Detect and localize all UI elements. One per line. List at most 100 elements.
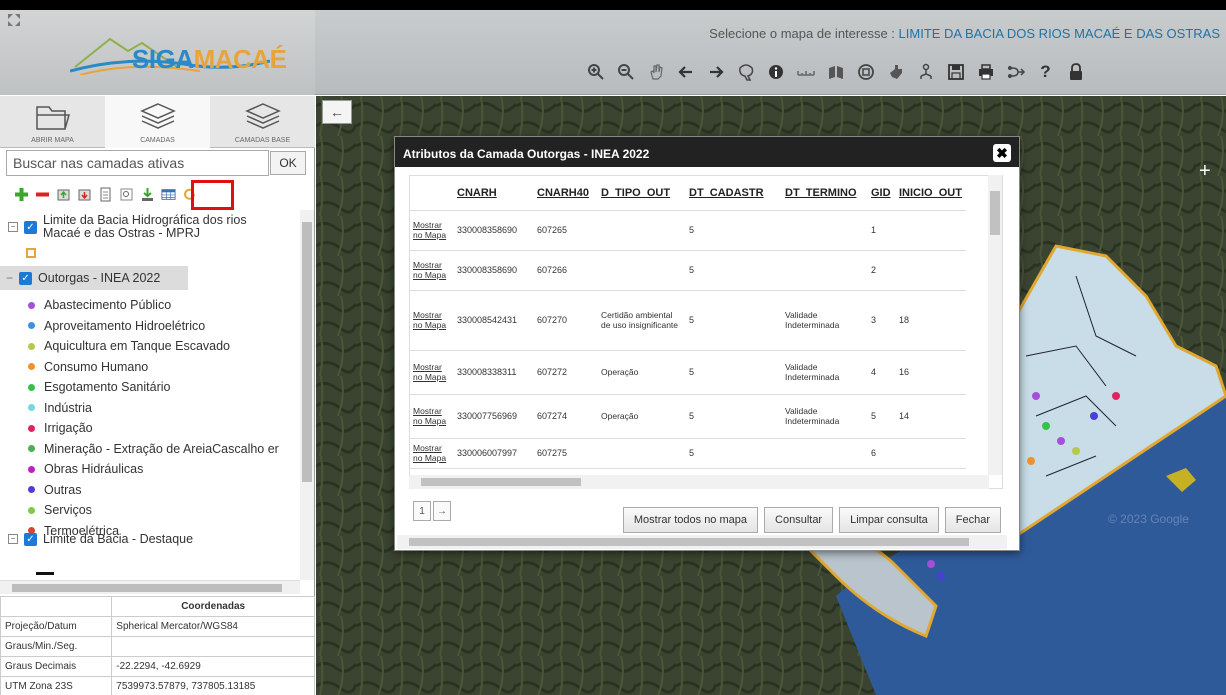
info-icon[interactable] xyxy=(763,58,788,86)
cell-cadastr: 5 xyxy=(686,350,782,395)
add-layer-icon[interactable] xyxy=(14,187,29,202)
tab-layers[interactable]: CAMADAS xyxy=(105,96,210,148)
legend-category-item: Serviços xyxy=(28,503,92,517)
help-icon[interactable]: ? xyxy=(1033,58,1058,86)
column-header[interactable]: D_TIPO_OUT xyxy=(598,176,686,211)
print-icon[interactable] xyxy=(973,58,998,86)
layer-up-icon[interactable] xyxy=(56,187,71,202)
category-color-dot-icon xyxy=(28,465,35,473)
zoom-out-icon[interactable] xyxy=(613,58,638,86)
coords-value: Spherical Mercator/WGS84 xyxy=(111,616,315,637)
coords-row: Projeção/Datum Spherical Mercator/WGS84 xyxy=(0,616,315,637)
cell-inicio xyxy=(896,438,966,469)
attribute-table-icon[interactable] xyxy=(161,187,176,202)
cell-cnarh40: 607270 xyxy=(534,290,598,351)
zoom-layer-icon[interactable] xyxy=(119,187,134,202)
layer-checkbox[interactable]: ✓ xyxy=(24,220,37,234)
remove-layer-icon[interactable] xyxy=(35,187,50,202)
cell-termino: Validade Indeterminada xyxy=(782,290,868,351)
map-selector[interactable]: Selecione o mapa de interesse : LIMITE D… xyxy=(709,26,1220,41)
category-label: Abastecimento Público xyxy=(44,298,172,312)
cell-termino xyxy=(782,438,868,469)
close-icon[interactable]: ✖ xyxy=(993,144,1011,162)
show-all-on-map-button[interactable]: Mostrar todos no mapa xyxy=(622,507,759,533)
cell-cadastr: 5 xyxy=(686,290,782,351)
show-on-map-link[interactable]: Mostrar no Mapa xyxy=(410,350,454,395)
tree-scrollbar[interactable] xyxy=(300,210,314,580)
column-header[interactable]: CNARH xyxy=(454,176,534,211)
close-button[interactable]: Fechar xyxy=(944,507,1001,533)
legend-category-item: Aproveitamento Hidroelétrico xyxy=(28,319,205,333)
layers-icon[interactable] xyxy=(823,58,848,86)
zoom-in-icon[interactable] xyxy=(583,58,608,86)
show-on-map-link[interactable]: Mostrar no Mapa xyxy=(410,394,454,439)
layer-search-input[interactable]: Buscar nas camadas ativas xyxy=(6,150,269,176)
collapse-toggle-icon[interactable]: − xyxy=(6,271,13,285)
share-icon[interactable] xyxy=(913,58,938,86)
coords-label: Graus/Min./Seg. xyxy=(0,636,113,657)
show-on-map-link[interactable]: Mostrar no Mapa xyxy=(410,210,454,251)
next-page-button[interactable]: → xyxy=(433,501,451,521)
search-ok-button[interactable]: OK xyxy=(270,151,306,175)
tab-open-map[interactable]: ABRIR MAPA xyxy=(0,96,105,148)
dialog-h-scrollbar[interactable] xyxy=(397,535,1007,549)
map-select-value[interactable]: LIMITE DA BACIA DOS RIOS MACAÉ E DAS OST… xyxy=(899,26,1220,41)
show-on-map-link[interactable]: Mostrar no Mapa xyxy=(410,290,454,351)
legend-category-item: Irrigação xyxy=(28,421,93,435)
category-label: Esgotamento Sanitário xyxy=(44,380,171,394)
lock-icon[interactable] xyxy=(1063,58,1088,86)
show-on-map-link[interactable]: Mostrar no Mapa xyxy=(410,250,454,291)
layer-legend-symbol xyxy=(26,248,36,258)
layer-checkbox[interactable]: ✓ xyxy=(24,532,37,546)
measure-icon[interactable] xyxy=(793,58,818,86)
collapse-toggle-icon[interactable]: − xyxy=(8,222,18,232)
collapse-toggle-icon[interactable]: − xyxy=(8,534,18,544)
table-row: Mostrar no Mapa 330008358690 607265 5 1 xyxy=(410,210,966,251)
table-v-scrollbar[interactable] xyxy=(988,175,1002,475)
column-header[interactable]: DT_TERMINO xyxy=(782,176,868,211)
back-arrow-icon[interactable] xyxy=(673,58,698,86)
top-black-bar xyxy=(0,0,1226,10)
dialog-title-bar[interactable]: Atributos da Camada Outorgas - INEA 2022… xyxy=(395,137,1019,167)
tree-h-scrollbar[interactable] xyxy=(0,580,300,594)
cell-termino: Validade Indeterminada xyxy=(782,350,868,395)
layer-item-outorgas[interactable]: − ✓ Outorgas - INEA 2022 xyxy=(0,266,188,290)
cell-cnarh40: 607266 xyxy=(534,250,598,291)
pan-icon[interactable] xyxy=(643,58,668,86)
route-icon[interactable] xyxy=(1003,58,1028,86)
hand-icon[interactable] xyxy=(883,58,908,86)
clear-query-button[interactable]: Limpar consulta xyxy=(839,507,939,533)
layer-down-icon[interactable] xyxy=(77,187,92,202)
select-icon[interactable] xyxy=(733,58,758,86)
forward-arrow-icon[interactable] xyxy=(703,58,728,86)
column-header[interactable]: DT_CADASTR xyxy=(686,176,782,211)
cell-cnarh40: 607265 xyxy=(534,210,598,251)
layer-item-bacia-destaque[interactable]: − ✓ Limite da Bacia - Destaque xyxy=(8,532,193,546)
category-color-dot-icon xyxy=(28,445,35,452)
column-header[interactable]: GID xyxy=(868,176,896,211)
column-header[interactable]: INICIO_OUT xyxy=(896,176,966,211)
cell-gid: 2 xyxy=(868,250,896,291)
layer-properties-icon[interactable] xyxy=(98,187,113,202)
tab-base-layers[interactable]: CAMADAS BASE xyxy=(210,96,315,148)
column-header[interactable]: CNARH40 xyxy=(534,176,598,211)
query-button[interactable]: Consultar xyxy=(764,507,834,533)
cell-tipo xyxy=(598,250,686,291)
layer-label-line2: Macaé e das Ostras - MPRJ xyxy=(43,226,200,240)
category-label: Irrigação xyxy=(44,421,93,435)
collapse-panel-button[interactable]: ← xyxy=(322,100,352,124)
download-icon[interactable] xyxy=(140,187,155,202)
cell-cnarh40: 607274 xyxy=(534,394,598,439)
table-row: Mostrar no Mapa 330008542431 607270 Certidã… xyxy=(410,290,966,351)
show-on-map-link[interactable]: Mostrar no Mapa xyxy=(410,438,454,469)
layer-checkbox[interactable]: ✓ xyxy=(19,271,33,285)
cell-cnarh: 330006007997 xyxy=(454,438,534,469)
column-header xyxy=(410,176,454,211)
page-1-button[interactable]: 1 xyxy=(413,501,431,521)
coords-value: -22.2294, -42.6929 xyxy=(111,656,315,677)
table-h-scrollbar[interactable] xyxy=(409,475,989,489)
save-icon[interactable] xyxy=(943,58,968,86)
sidebar-panel: ABRIR MAPA CAMADAS CAMADAS BASE Buscar n… xyxy=(0,96,315,695)
capture-icon[interactable] xyxy=(853,58,878,86)
layer-item-bacia-mprj[interactable]: − ✓ Limite da Bacia Hidrográfica dos rio… xyxy=(8,214,247,240)
